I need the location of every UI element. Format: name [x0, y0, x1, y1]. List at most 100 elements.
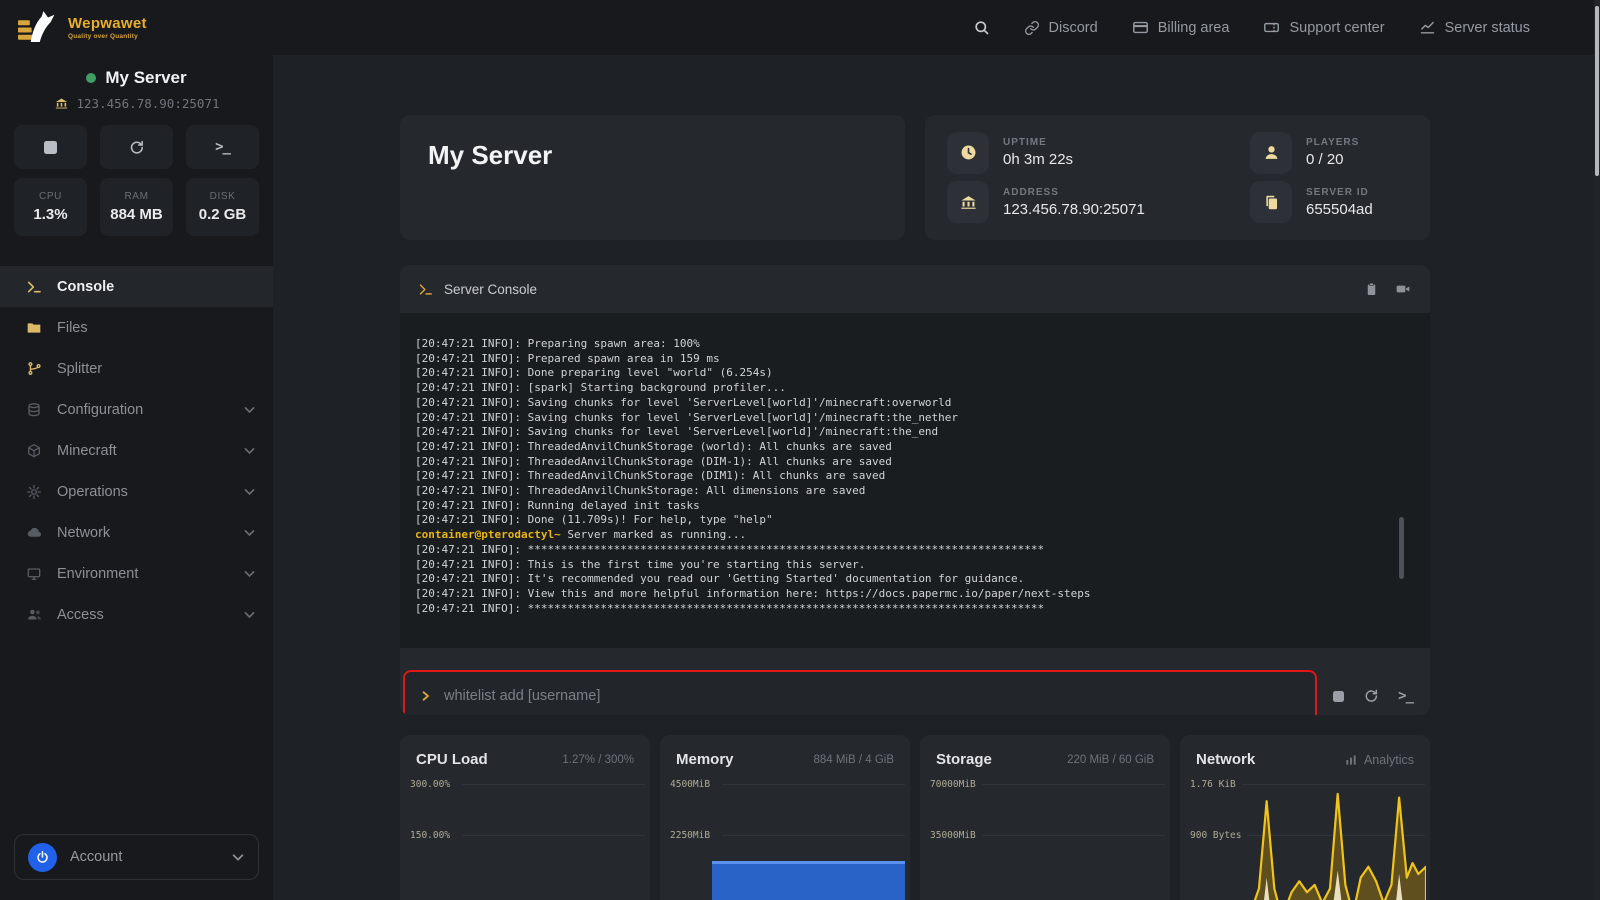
chevron-down-icon	[243, 403, 256, 416]
stop-icon	[44, 141, 57, 154]
console-log[interactable]: [20:47:21 INFO]: Preparing spawn area: 1…	[400, 313, 1430, 648]
camera-icon[interactable]	[1394, 281, 1412, 297]
brand-tagline: Quality over Quantity	[68, 33, 147, 40]
sidebar-item-operations[interactable]: Operations	[0, 471, 273, 512]
sidebar-nav: Console Files Splitter Configuration	[0, 266, 273, 635]
restart-button[interactable]	[100, 125, 173, 169]
sidebar-item-splitter[interactable]: Splitter	[0, 348, 273, 389]
top-nav: Discord Billing area Support center Serv…	[973, 19, 1530, 36]
server-address[interactable]: 123.456.78.90:25071	[0, 96, 273, 111]
storage-card: Storage 220 MiB / 60 GiB 70000MiB 35000M…	[920, 735, 1170, 900]
nav-support-center[interactable]: Support center	[1263, 19, 1384, 36]
main-content: My Server UPTIME 0h 3m 22s PLAYERS 0 / 2…	[273, 55, 1600, 900]
nav-label: Discord	[1049, 20, 1098, 36]
server-info-card: UPTIME 0h 3m 22s PLAYERS 0 / 20 ADDRES	[925, 115, 1430, 240]
nav-discord[interactable]: Discord	[1024, 20, 1098, 36]
ytick-label: 1.76 KiB	[1190, 779, 1236, 790]
command-row: >_	[403, 670, 1415, 715]
stat-value: 0.2 GB	[199, 206, 247, 223]
chevron-down-icon	[243, 567, 256, 580]
ytick-label: 150.00%	[410, 830, 456, 841]
gear-icon	[25, 484, 43, 500]
link-icon	[1024, 20, 1040, 36]
copy-icon	[1250, 181, 1292, 223]
console-log-line: [20:47:21 INFO]: Preparing spawn area: 1…	[415, 337, 1415, 352]
nav-label: Support center	[1289, 20, 1384, 36]
address-info[interactable]: ADDRESS 123.456.78.90:25071	[947, 178, 1242, 228]
console-log-line: [20:47:21 INFO]: Saving chunks for level…	[415, 396, 1415, 411]
gridline	[462, 784, 645, 785]
sidebar-item-label: Minecraft	[57, 443, 117, 459]
card-meta: 220 MiB / 60 GiB	[1067, 754, 1154, 766]
console-log-line: [20:47:21 INFO]: View this and more help…	[415, 587, 1415, 602]
sidebar-item-files[interactable]: Files	[0, 307, 273, 348]
card-meta: 1.27% / 300%	[562, 754, 634, 766]
console-log-line: [20:47:21 INFO]: ThreadedAnvilChunkStora…	[415, 484, 1415, 499]
console-button[interactable]: >_	[186, 125, 259, 169]
server-status-dot	[86, 73, 96, 83]
memory-card: Memory 884 MiB / 4 GiB 4500MiB 2250MiB	[660, 735, 910, 900]
console-scrollbar[interactable]	[1399, 517, 1404, 579]
ytick-label: 2250MiB	[670, 830, 716, 841]
search-icon[interactable]	[973, 19, 990, 36]
info-label: UPTIME	[1003, 137, 1073, 148]
git-branch-icon	[25, 361, 43, 376]
gridline	[462, 835, 645, 836]
chevron-down-icon	[231, 850, 245, 864]
clipboard-icon[interactable]	[1364, 281, 1379, 297]
sidebar-item-label: Console	[57, 279, 114, 295]
stat-value: 884 MB	[110, 206, 163, 223]
sidebar-item-environment[interactable]: Environment	[0, 553, 273, 594]
ytick-label: 4500MiB	[670, 779, 716, 790]
console-log-line: [20:47:21 INFO]: ***********************…	[415, 602, 1415, 617]
nav-server-status[interactable]: Server status	[1419, 19, 1530, 36]
account-menu[interactable]: Account	[14, 834, 259, 880]
analytics-link[interactable]: Analytics	[1344, 753, 1414, 767]
server-title-card: My Server	[400, 115, 905, 240]
network-card: Network Analytics 1.76 KiB 900 Bytes	[1180, 735, 1430, 900]
terminal-icon	[418, 282, 433, 297]
info-value: 0 / 20	[1306, 151, 1359, 168]
stat-label: CPU	[39, 191, 62, 202]
server-id-info[interactable]: SERVER ID 655504ad	[1250, 178, 1408, 228]
terminal-icon[interactable]: >_	[1398, 688, 1413, 704]
stop-icon[interactable]	[1333, 691, 1344, 702]
command-input[interactable]	[444, 688, 1298, 704]
gridline	[722, 784, 905, 785]
sidebar-item-label: Network	[57, 525, 110, 541]
console-log-line: [20:47:21 INFO]: Saving chunks for level…	[415, 411, 1415, 426]
console-log-line: [20:47:21 INFO]: It's recommended you re…	[415, 572, 1415, 587]
page-scrollbar-thumb[interactable]	[1595, 6, 1599, 176]
resource-stats: CPU 1.3% RAM 884 MB DISK 0.2 GB	[14, 178, 259, 236]
console-log-line: [20:47:21 INFO]: ***********************…	[415, 543, 1415, 558]
gridline	[722, 835, 905, 836]
top-bar: Wepwawet Quality over Quantity Discord B…	[0, 0, 1600, 55]
cpu-load-card: CPU Load 1.27% / 300% 300.00% 150.00%	[400, 735, 650, 900]
sidebar-item-label: Operations	[57, 484, 128, 500]
console-title: Server Console	[444, 282, 537, 297]
sidebar-item-configuration[interactable]: Configuration	[0, 389, 273, 430]
sidebar-item-minecraft[interactable]: Minecraft	[0, 430, 273, 471]
console-header: Server Console	[400, 265, 1430, 313]
console-log-line: [20:47:21 INFO]: Done preparing level "w…	[415, 366, 1415, 381]
sidebar-item-label: Files	[57, 320, 88, 336]
info-value: 0h 3m 22s	[1003, 151, 1073, 168]
sidebar-item-console[interactable]: Console	[0, 266, 273, 307]
restart-icon[interactable]	[1363, 688, 1379, 704]
gridline	[982, 835, 1165, 836]
avatar	[28, 843, 57, 872]
sidebar-item-label: Environment	[57, 566, 138, 582]
sidebar-item-label: Splitter	[57, 361, 102, 377]
console-log-line: container@pterodactyl~ Server marked as …	[415, 528, 1415, 543]
disk-stat: DISK 0.2 GB	[186, 178, 259, 236]
nav-billing-area[interactable]: Billing area	[1132, 19, 1230, 36]
stat-label: DISK	[210, 191, 236, 202]
stop-button[interactable]	[14, 125, 87, 169]
memory-usage-area	[712, 861, 905, 900]
sidebar-item-access[interactable]: Access	[0, 594, 273, 635]
sidebar-item-network[interactable]: Network	[0, 512, 273, 553]
sidebar-item-label: Configuration	[57, 402, 143, 418]
chart-line-icon	[1419, 19, 1436, 36]
command-input-box[interactable]	[403, 670, 1317, 715]
console-log-line: [20:47:21 INFO]: Running delayed init ta…	[415, 499, 1415, 514]
